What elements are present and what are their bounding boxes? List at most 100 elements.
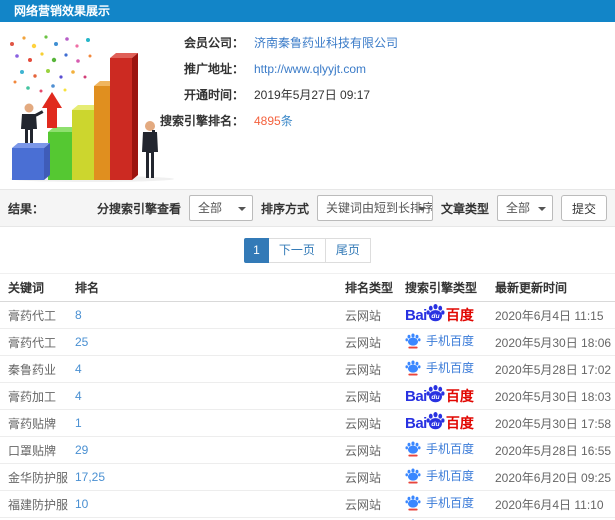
app-header: 网络营销效果展示 <box>0 0 615 22</box>
updated-cell: 2020年6月4日 11:10 <box>495 490 615 518</box>
rank-link[interactable]: 8 <box>75 308 82 322</box>
promo-url-label: 推广地址： <box>183 62 244 76</box>
chevron-down-icon <box>237 207 246 211</box>
baidu-mobile-logo-icon: 手机百度 <box>405 440 474 457</box>
engine-select-value: 全部 <box>197 201 222 215</box>
page-button-current[interactable]: 1 <box>244 237 269 263</box>
rank-count-value: 4895条 <box>254 108 293 134</box>
open-time-label: 开通时间： <box>183 88 244 102</box>
rank-link[interactable]: 17,25 <box>75 470 105 484</box>
rank-link[interactable]: 1 <box>75 416 82 430</box>
chevron-down-icon <box>417 207 426 211</box>
rank-type-cell: 云网站 <box>345 436 405 464</box>
baidu-mobile-paw-icon <box>405 468 421 484</box>
info-row-open-time: 开通时间： 2019年5月27日 09:17 <box>158 82 398 108</box>
article-type-select[interactable]: 全部 <box>496 195 553 221</box>
businessman-right <box>142 121 158 178</box>
engine-cell: 手机百度 <box>405 355 495 383</box>
baidu-mobile-paw-icon <box>405 495 421 511</box>
engine-cell: 手机百度 <box>405 490 495 518</box>
engine-filter-label: 分搜索引擎查看 <box>96 201 181 216</box>
header-updated: 最新更新时间 <box>495 273 615 302</box>
rank-count-number: 4895 <box>254 114 281 128</box>
rank-type-cell: 云网站 <box>345 301 405 329</box>
updated-cell: 2020年5月30日 17:58 <box>495 409 615 437</box>
keyword-cell: 膏药代工 <box>0 328 75 356</box>
engine-cell: 手机百度 <box>405 463 495 491</box>
rank-link[interactable]: 4 <box>75 389 82 403</box>
last-page-button[interactable]: 尾页 <box>324 237 371 263</box>
filter-bar: 结果： 分搜索引擎查看 全部 排序方式 关键词由短到长排序 文章类型 全部 提交 <box>0 189 615 227</box>
open-time-value: 2019年5月27日 09:17 <box>254 88 371 102</box>
filter-controls: 分搜索引擎查看 全部 排序方式 关键词由短到长排序 文章类型 全部 提交 <box>89 195 607 221</box>
baidu-paw-icon: du <box>426 384 445 402</box>
result-label: 结果： <box>8 201 45 216</box>
bar-red <box>110 53 138 180</box>
marketing-report-page: 网络营销效果展示 会员公司： 济南秦鲁药业科技有限公司 推广地址： http:/… <box>0 0 615 520</box>
svg-text:du: du <box>431 394 439 401</box>
engine-select[interactable]: 全部 <box>188 195 253 221</box>
article-type-select-value: 全部 <box>505 201 530 215</box>
keyword-cell: 膏药贴牌 <box>0 409 75 437</box>
table-row: 金华防护服 17,25 云网站 手机百度 2020年6月20日 09:25 <box>0 463 615 491</box>
next-page-button[interactable]: 下一页 <box>267 237 326 263</box>
sort-select-value: 关键词由短到长排序 <box>325 201 433 215</box>
page-title: 网络营销效果展示 <box>14 4 111 18</box>
pagination-section: 1 下一页 尾页 <box>0 227 615 273</box>
top-section: 会员公司： 济南秦鲁药业科技有限公司 推广地址： http://www.qlyy… <box>0 22 615 189</box>
confetti-dots <box>10 35 92 93</box>
table-row: 福建防护服 10 云网站 手机百度 2020年6月4日 11:10 <box>0 490 615 518</box>
table-row: 秦鲁药业 4 云网站 手机百度 2020年5月28日 17:02 <box>0 355 615 383</box>
keyword-cell: 福建防护服 <box>0 490 75 518</box>
company-link[interactable]: 济南秦鲁药业科技有限公司 <box>254 30 398 56</box>
updated-cell: 2020年6月4日 11:15 <box>495 301 615 329</box>
sort-filter-label: 排序方式 <box>260 201 309 216</box>
engine-cell: Bai du 百度 <box>405 409 495 437</box>
header-rank-type: 排名类型 <box>345 273 405 302</box>
updated-cell: 2020年5月28日 17:02 <box>495 355 615 383</box>
header-engine-type: 搜索引擎类型 <box>405 273 495 302</box>
rank-type-cell: 云网站 <box>345 328 405 356</box>
rank-link[interactable]: 4 <box>75 362 82 376</box>
growth-chart-image <box>4 30 174 182</box>
promo-url-link[interactable]: http://www.qlyyjt.com <box>254 56 366 82</box>
rank-type-cell: 云网站 <box>345 355 405 383</box>
rank-type-cell: 云网站 <box>345 490 405 518</box>
baidu-mobile-paw-icon <box>405 441 421 457</box>
updated-cell: 2020年5月30日 18:03 <box>495 382 615 410</box>
baidu-mobile-paw-icon <box>405 333 421 349</box>
keyword-cell: 秦鲁药业 <box>0 355 75 383</box>
engine-cell: Bai du 百度 <box>405 301 495 329</box>
businessman-left <box>21 103 44 143</box>
updated-cell: 2020年5月28日 16:55 <box>495 436 615 464</box>
company-info-panel: 会员公司： 济南秦鲁药业科技有限公司 推广地址： http://www.qlyy… <box>158 30 398 134</box>
results-table: 关键词 排名 排名类型 搜索引擎类型 最新更新时间 膏药代工 8 云网站 Bai… <box>0 273 615 520</box>
svg-text:du: du <box>431 421 439 428</box>
table-row: 膏药贴牌 1 云网站 Bai du 百度 2020年5月30日 17:58 <box>0 409 615 437</box>
baidu-paw-icon: du <box>426 411 445 429</box>
baidu-mobile-logo-icon: 手机百度 <box>405 467 474 484</box>
header-rank: 排名 <box>75 273 345 302</box>
table-row: 口罩贴牌 29 云网站 手机百度 2020年5月28日 16:55 <box>0 436 615 464</box>
engine-cell: Bai du 百度 <box>405 382 495 410</box>
baidu-pc-logo-icon: Bai du 百度 <box>405 384 474 409</box>
keyword-cell: 口罩贴牌 <box>0 436 75 464</box>
rank-link[interactable]: 10 <box>75 497 88 511</box>
rank-type-cell: 云网站 <box>345 409 405 437</box>
baidu-mobile-logo-icon: 手机百度 <box>405 494 474 511</box>
svg-text:du: du <box>431 313 439 320</box>
rank-type-cell: 云网站 <box>345 463 405 491</box>
info-row-company: 会员公司： 济南秦鲁药业科技有限公司 <box>158 30 398 56</box>
engine-cell: 手机百度 <box>405 436 495 464</box>
rank-link[interactable]: 25 <box>75 335 88 349</box>
article-type-label: 文章类型 <box>440 201 489 216</box>
keyword-cell: 金华防护服 <box>0 463 75 491</box>
sort-select[interactable]: 关键词由短到长排序 <box>316 195 433 221</box>
table-row: 膏药代工 25 云网站 手机百度 2020年5月30日 18:06 <box>0 328 615 356</box>
up-arrow <box>42 92 62 128</box>
baidu-mobile-logo-icon: 手机百度 <box>405 332 474 349</box>
rank-link[interactable]: 29 <box>75 443 88 457</box>
company-label: 会员公司： <box>183 36 244 50</box>
submit-button[interactable]: 提交 <box>560 195 607 221</box>
table-row: 膏药加工 4 云网站 Bai du 百度 2020年5月30日 18:03 <box>0 382 615 410</box>
